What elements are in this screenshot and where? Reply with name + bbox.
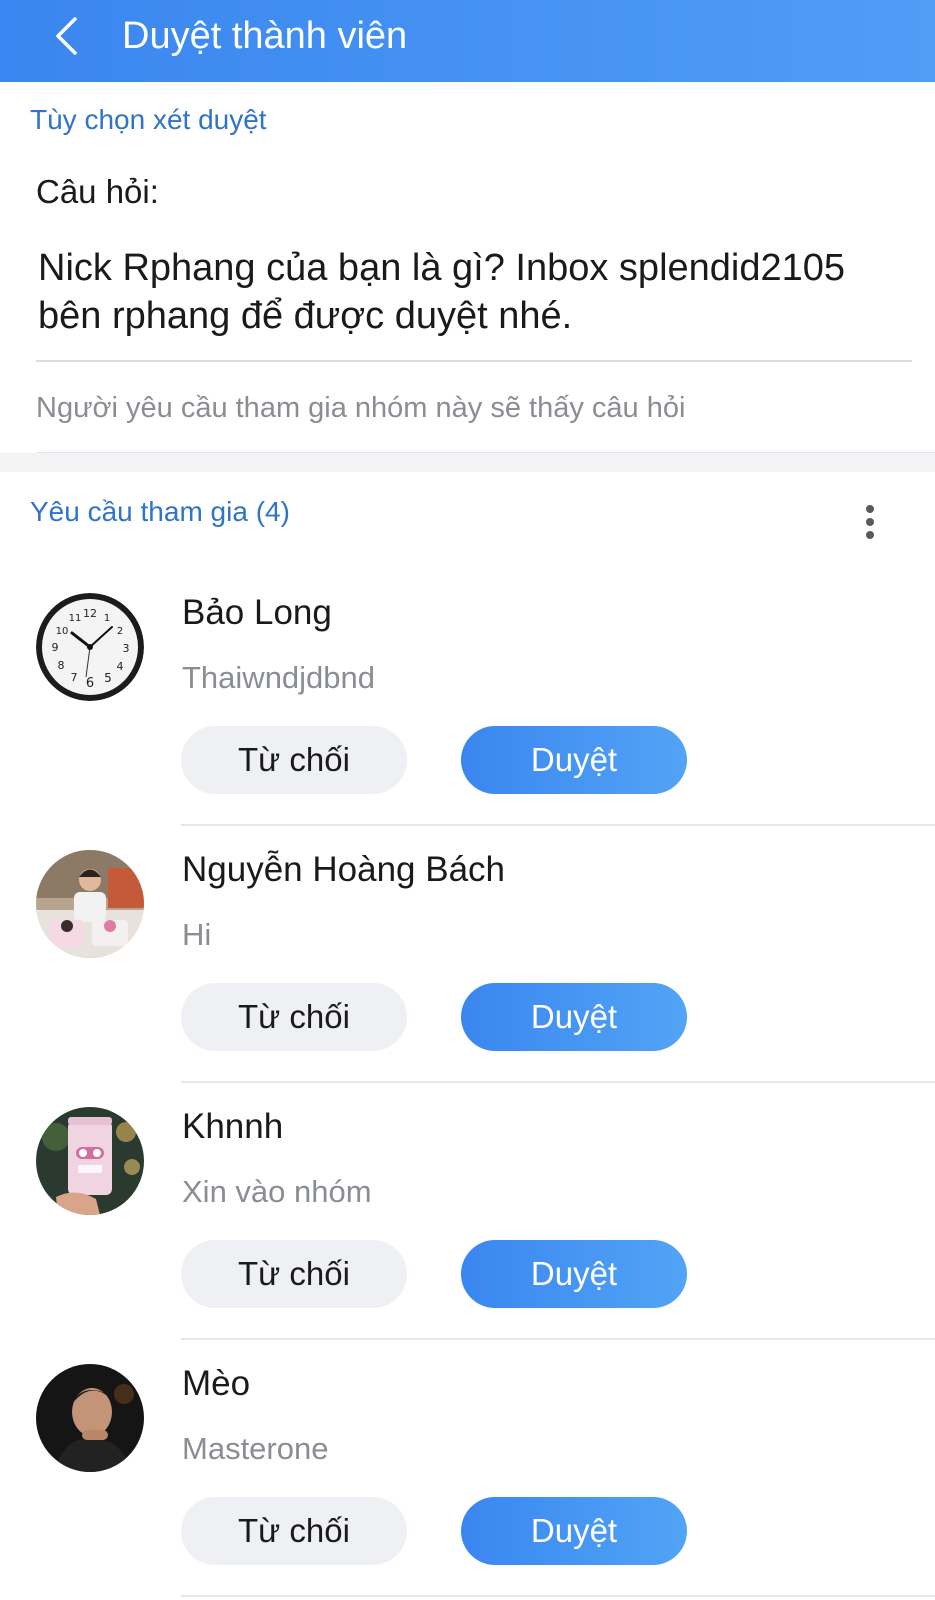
approve-button[interactable]: Duyệt <box>461 1497 687 1565</box>
svg-text:9: 9 <box>52 641 59 654</box>
drink-cup-photo-icon <box>36 1107 144 1215</box>
requester-name[interactable]: Bảo Long <box>182 591 332 635</box>
svg-text:3: 3 <box>123 642 130 655</box>
question-label: Câu hỏi: <box>36 173 159 210</box>
list-item: Nguyễn Hoàng Bách Hi Từ chối Duyệt <box>0 826 935 1083</box>
back-button[interactable] <box>44 14 88 58</box>
svg-text:2: 2 <box>117 626 123 637</box>
person-dark-photo-icon <box>36 1364 144 1472</box>
list-item: Mèo Masterone Từ chối Duyệt <box>0 1340 935 1597</box>
requester-answer: Masterone <box>182 1431 329 1466</box>
reject-button[interactable]: Từ chối <box>181 726 407 794</box>
clock-icon: 12 11 10 9 8 7 6 5 4 3 2 1 <box>36 593 144 701</box>
svg-text:1: 1 <box>104 613 110 624</box>
section-separator <box>0 453 935 472</box>
svg-text:10: 10 <box>56 626 69 637</box>
requester-answer: Hi <box>182 917 212 952</box>
svg-text:11: 11 <box>69 613 82 624</box>
avatar[interactable] <box>36 1107 144 1215</box>
requester-answer: Xin vào nhóm <box>182 1174 372 1209</box>
list-item: 12 11 10 9 8 7 6 5 4 3 2 1 Bảo Long Thai… <box>0 569 935 826</box>
chevron-left-icon <box>56 17 77 55</box>
question-text: Nick Rphang của bạn là gì? Inbox splendi… <box>38 247 846 337</box>
reject-button[interactable]: Từ chối <box>181 1497 407 1565</box>
person-photo-icon <box>36 850 144 958</box>
avatar[interactable] <box>36 1364 144 1472</box>
svg-text:12: 12 <box>83 607 97 620</box>
approve-button[interactable]: Duyệt <box>461 726 687 794</box>
svg-text:8: 8 <box>58 659 65 672</box>
avatar[interactable] <box>36 850 144 958</box>
review-options-link[interactable]: Tùy chọn xét duyệt <box>30 103 267 137</box>
avatar[interactable]: 12 11 10 9 8 7 6 5 4 3 2 1 <box>36 593 144 701</box>
join-requests-title: Yêu cầu tham gia (4) <box>30 496 290 527</box>
reject-button[interactable]: Từ chối <box>181 983 407 1051</box>
requester-name[interactable]: Khnnh <box>182 1105 283 1149</box>
approve-button[interactable]: Duyệt <box>461 1240 687 1308</box>
requester-answer: Thaiwndjdbnd <box>182 660 376 695</box>
question-hint: Người yêu cầu tham gia nhóm này sẽ thấy … <box>36 392 686 424</box>
more-vertical-icon <box>866 505 874 513</box>
reject-button[interactable]: Từ chối <box>181 1240 407 1308</box>
page-title: Duyệt thành viên <box>122 15 408 57</box>
more-vertical-icon-dot <box>866 518 874 526</box>
svg-text:7: 7 <box>71 671 78 684</box>
svg-text:5: 5 <box>104 671 112 685</box>
divider <box>36 360 912 362</box>
app-header: Duyệt thành viên <box>0 0 935 82</box>
svg-text:4: 4 <box>117 660 124 673</box>
more-vertical-icon-dot <box>866 531 874 539</box>
list-item: Khnnh Xin vào nhóm Từ chối Duyệt <box>0 1083 935 1340</box>
svg-text:6: 6 <box>86 676 94 691</box>
requester-name[interactable]: Nguyễn Hoàng Bách <box>182 848 505 892</box>
more-options-button[interactable] <box>852 500 888 544</box>
requester-name[interactable]: Mèo <box>182 1362 250 1406</box>
divider <box>181 1595 935 1597</box>
approve-button[interactable]: Duyệt <box>461 983 687 1051</box>
